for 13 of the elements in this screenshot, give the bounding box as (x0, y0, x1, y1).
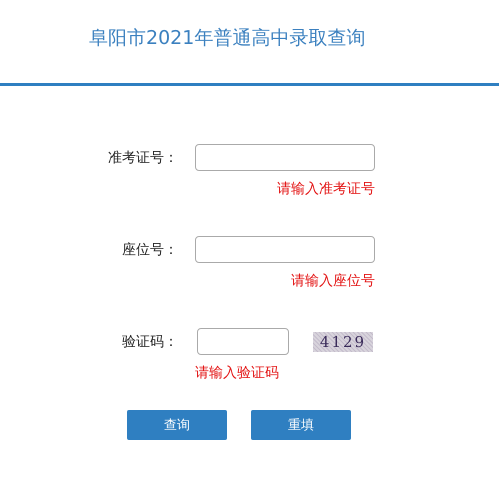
input-field[interactable] (197, 328, 289, 355)
field-label: 准考证号： (107, 148, 178, 166)
input-field[interactable] (195, 144, 375, 171)
reset-button[interactable]: 重填 (251, 410, 351, 440)
captcha-image[interactable]: 4129 (313, 332, 373, 352)
error-message: 请输入座位号 (290, 272, 375, 291)
field-label: 验证码： (121, 332, 178, 350)
input-field[interactable] (195, 236, 375, 263)
field-label: 座位号： (121, 240, 178, 258)
page-title: 阜阳市2021年普通高中录取查询 (89, 26, 366, 50)
error-message: 请输入验证码 (195, 364, 280, 383)
query-button[interactable]: 查询 (127, 410, 227, 440)
error-message: 请输入准考证号 (276, 180, 375, 199)
